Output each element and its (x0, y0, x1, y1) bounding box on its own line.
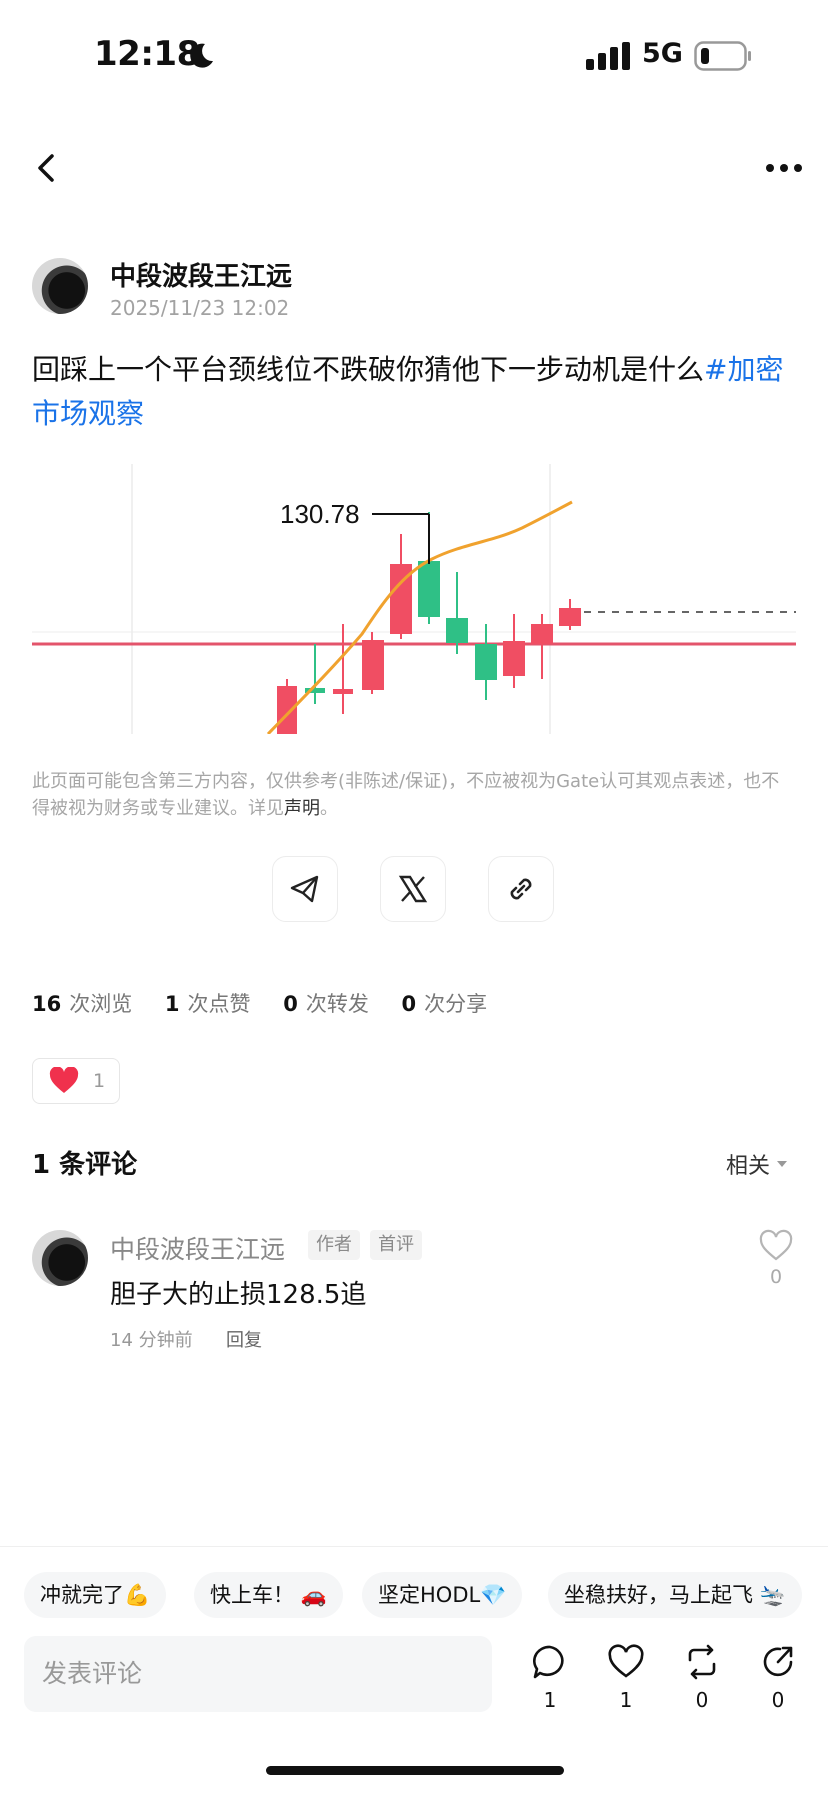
status-time: 12:18 (94, 34, 200, 74)
copy-link-button[interactable] (488, 856, 554, 922)
telegram-icon (290, 875, 319, 903)
repost-action-count: 0 (695, 1688, 709, 1712)
comment-like-count: 0 (770, 1266, 783, 1288)
heart-reaction-button[interactable]: 1 (32, 1058, 120, 1104)
candlestick-image: 130.78 (32, 464, 796, 734)
caret-down-icon (777, 1161, 788, 1167)
like-icon[interactable] (606, 1642, 646, 1682)
stat-likes: 1 次点赞 (164, 992, 251, 1016)
disclaimer-text: 此页面可能包含第三方内容，仅供参考(非陈述/保证)，不应被视为Gate认可其观点… (32, 771, 780, 819)
disclaimer: 此页面可能包含第三方内容，仅供参考(非陈述/保证)，不应被视为Gate认可其观点… (32, 768, 782, 822)
post-date: 2025/11/23 12:02 (110, 296, 290, 320)
author-avatar[interactable] (32, 258, 88, 314)
quick-reply-chip[interactable]: 冲就完了💪 (24, 1572, 167, 1618)
like-action-count: 1 (619, 1688, 633, 1712)
chart-price-label: 130.78 (280, 499, 360, 529)
battery-icon (694, 41, 751, 71)
reply-button[interactable]: 回复 (226, 1326, 262, 1352)
author-badge: 作者 (308, 1230, 360, 1260)
comment-count: 1 条评论 (32, 1150, 138, 1180)
link-icon (510, 878, 532, 900)
share-icon[interactable] (758, 1642, 798, 1682)
stat-views: 16 次浏览 (32, 992, 133, 1016)
quick-reply-chip[interactable]: 坐稳扶好，马上起飞 🛬 (548, 1572, 802, 1618)
comment-icon[interactable] (530, 1642, 570, 1682)
disclaimer-link[interactable]: 声明 (284, 798, 320, 819)
first-comment-badge: 首评 (370, 1230, 422, 1260)
quick-reply-chip[interactable]: 坚定HODL💎 (362, 1572, 523, 1618)
comment-action-count: 1 (543, 1688, 557, 1712)
share-x-button[interactable] (380, 856, 446, 922)
comment-text: 胆子大的止损128.5追 (110, 1280, 367, 1310)
post-image-chart[interactable]: 130.78 (32, 464, 796, 734)
stat-reposts: 0 次转发 (283, 992, 369, 1016)
quick-reply-chip[interactable]: 快上车！ 🚗 (194, 1572, 343, 1618)
x-logo-icon (398, 875, 428, 903)
share-telegram-button[interactable] (272, 856, 338, 922)
cellular-signal-icon (586, 42, 630, 70)
reaction-count: 1 (93, 1070, 106, 1092)
heart-filled-icon (49, 1067, 79, 1093)
commenter-avatar[interactable] (32, 1230, 88, 1286)
stat-shares: 0 次分享 (401, 992, 488, 1016)
sort-label: 相关 (726, 1154, 771, 1179)
comment-like-icon[interactable] (758, 1228, 794, 1264)
comment-input[interactable]: 发表评论 (24, 1636, 492, 1712)
author-name[interactable]: 中段波段王江远 (110, 256, 292, 293)
comment-time: 14 分钟前 (110, 1330, 193, 1351)
post-stats: 16 次浏览 1 次点赞 0 次转发 0 次分享 (32, 988, 513, 1018)
home-indicator (266, 1766, 564, 1775)
comment-author[interactable]: 中段波段王江远 (110, 1230, 285, 1266)
comment-sort-dropdown[interactable]: 相关 (726, 1148, 788, 1180)
moon-icon (190, 43, 213, 68)
post-body: 回踩上一个平台颈线位不跌破你猜他下一步动机是什么 (32, 353, 705, 386)
repost-icon[interactable] (682, 1642, 722, 1682)
network-type: 5G (642, 38, 683, 69)
more-options-icon[interactable] (764, 158, 804, 178)
post-text: 回踩上一个平台颈线位不跌破你猜他下一步动机是什么#加密市场观察 (32, 348, 802, 436)
disclaimer-suffix: 。 (320, 798, 338, 819)
bottom-divider (0, 1546, 828, 1547)
back-icon[interactable] (34, 150, 58, 186)
share-action-count: 0 (771, 1688, 785, 1712)
